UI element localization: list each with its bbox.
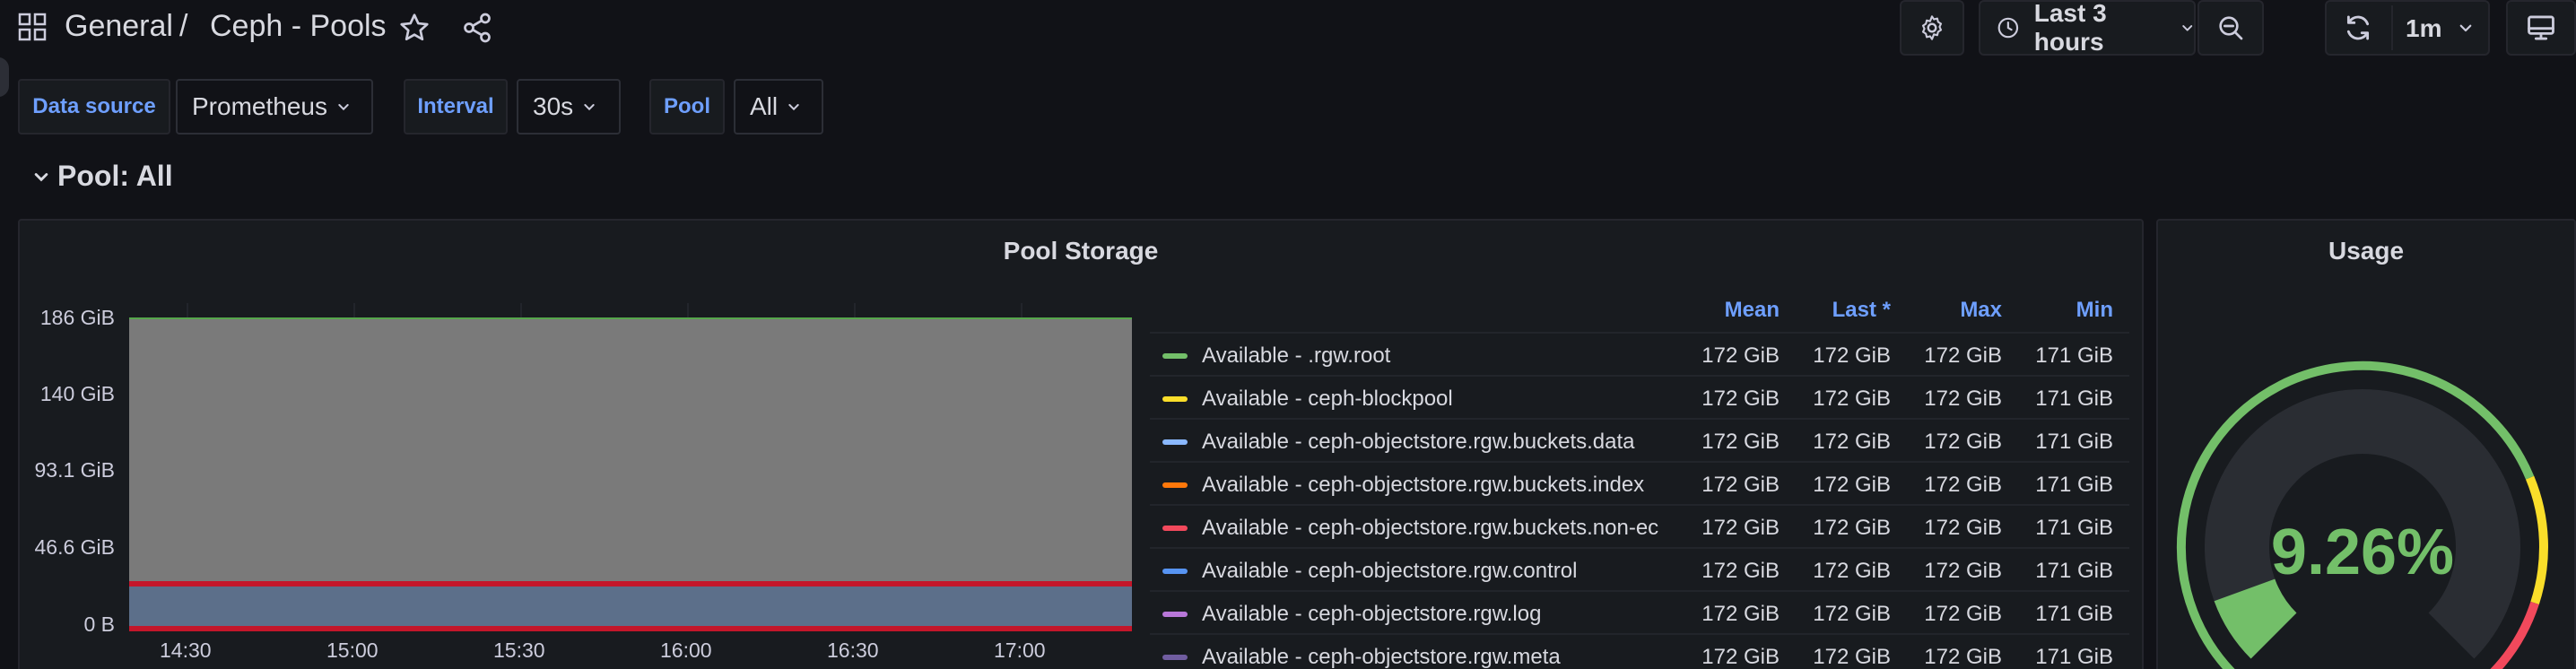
variable-label-pool: Pool <box>649 79 725 135</box>
legend-value-min: 171 GiB <box>2035 602 2113 626</box>
legend-row[interactable]: Available - ceph-objectstore.rgw.buckets… <box>1150 418 2129 461</box>
top-bar: General / Ceph - Pools Last 3 hours 1m <box>0 0 2576 57</box>
refresh-divider <box>2391 5 2393 50</box>
refresh-interval-label[interactable]: 1m <box>2406 14 2441 43</box>
chevron-down-icon[interactable] <box>2458 20 2474 36</box>
legend-series-name[interactable]: Available - ceph-objectstore.rgw.buckets… <box>1202 516 1658 541</box>
refresh-picker[interactable]: 1m <box>2325 0 2490 56</box>
legend-row[interactable]: Available - ceph-objectstore.rgw.log 172 … <box>1150 590 2129 633</box>
series-area-used <box>129 583 1132 631</box>
legend-row[interactable]: Available - ceph-objectstore.rgw.control… <box>1150 547 2129 590</box>
legend-color-swatch[interactable] <box>1162 526 1188 531</box>
legend-series-name[interactable]: Available - ceph-objectstore.rgw.log <box>1202 602 1541 627</box>
variable-value-pool: All <box>750 92 779 120</box>
legend-color-swatch[interactable] <box>1162 569 1188 574</box>
breadcrumb-folder[interactable]: General <box>65 9 173 44</box>
gauge-value-arc <box>2214 578 2298 659</box>
y-axis-tick: 140 GiB <box>39 382 115 405</box>
legend-header-min[interactable]: Min <box>1979 298 2113 323</box>
pool-storage-plot[interactable] <box>129 303 1132 631</box>
legend-color-swatch[interactable] <box>1162 439 1188 445</box>
variable-value-interval: 30s <box>533 92 574 120</box>
tv-icon <box>2528 15 2554 40</box>
dashboard-title[interactable]: Ceph - Pools <box>210 9 387 44</box>
variable-label-datasource: Data source <box>18 79 170 135</box>
share-icon[interactable] <box>461 12 493 44</box>
time-range-label: Last 3 hours <box>2033 0 2107 56</box>
legend-color-swatch[interactable] <box>1162 353 1188 359</box>
time-range-picker[interactable]: Last 3 hours <box>1979 0 2196 56</box>
y-axis-tick: 46.6 GiB <box>34 535 116 559</box>
legend-value-min: 171 GiB <box>2035 343 2113 368</box>
apps-icon[interactable] <box>18 13 47 41</box>
x-axis-tick: 16:00 <box>660 639 712 662</box>
legend-row[interactable]: Available - ceph-objectstore.rgw.buckets… <box>1150 504 2129 547</box>
variable-label-interval: Interval <box>404 79 508 135</box>
legend-series-name[interactable]: Available - ceph-objectstore.rgw.meta <box>1202 645 1561 669</box>
variable-select-datasource[interactable]: Prometheus <box>176 79 373 135</box>
gauge-value-text: 9.26% <box>2271 517 2454 588</box>
legend-series-name[interactable]: Available - ceph-blockpool <box>1202 387 1453 412</box>
legend-series-name[interactable]: Available - .rgw.root <box>1202 343 1390 369</box>
row-title: Pool: All <box>57 160 173 192</box>
variable-select-pool[interactable]: All <box>734 79 823 135</box>
series-threshold-line <box>129 580 1132 586</box>
legend-series-name[interactable]: Available - ceph-objectstore.rgw.buckets… <box>1202 430 1635 455</box>
legend-color-swatch[interactable] <box>1162 482 1188 488</box>
legend-value-min: 171 GiB <box>2035 559 2113 583</box>
x-axis-tick: 15:30 <box>493 639 545 662</box>
legend-value-min: 171 GiB <box>2035 387 2113 411</box>
chevron-down-icon <box>584 104 595 111</box>
zoom-out-button[interactable] <box>2197 0 2264 56</box>
zoom-out-icon <box>2219 16 2243 40</box>
legend-series-name[interactable]: Available - ceph-objectstore.rgw.control <box>1202 559 1577 584</box>
chevron-down-icon <box>338 104 349 111</box>
gauge-threshold-yellow <box>2525 475 2548 604</box>
variable-value-datasource: Prometheus <box>192 92 327 120</box>
panel-title[interactable]: Pool Storage <box>20 237 2142 265</box>
legend-row[interactable]: Available - ceph-blockpool 172 GiB 172 GiB… <box>1150 375 2129 418</box>
series-baseline-line <box>129 626 1132 631</box>
y-axis-tick: 0 B <box>83 613 115 636</box>
variable-select-interval[interactable]: 30s <box>517 79 621 135</box>
x-axis-tick: 17:00 <box>994 639 1046 662</box>
legend-value-min: 171 GiB <box>2035 430 2113 454</box>
legend-color-swatch[interactable] <box>1162 655 1188 660</box>
y-axis-tick: 93.1 GiB <box>34 458 116 482</box>
legend-row[interactable]: Available - .rgw.root 172 GiB 172 GiB 172 G… <box>1150 332 2129 375</box>
legend-row[interactable]: Available - ceph-objectstore.rgw.buckets… <box>1150 461 2129 504</box>
legend-value-min: 171 GiB <box>2035 516 2113 540</box>
usage-gauge: 9.26% <box>2176 361 2548 669</box>
legend-row[interactable]: Available - ceph-objectstore.rgw.meta 172… <box>1150 633 2129 669</box>
sidebar-expand-handle[interactable] <box>0 57 9 97</box>
legend-color-swatch[interactable] <box>1162 612 1188 617</box>
chevron-down-icon <box>34 172 48 181</box>
y-axis-tick: 186 GiB <box>39 306 115 329</box>
x-axis-tick: 15:00 <box>326 639 379 662</box>
legend-value-min: 171 GiB <box>2035 473 2113 497</box>
x-axis-tick: 16:30 <box>827 639 879 662</box>
chevron-down-icon <box>2181 25 2192 31</box>
series-top-line <box>129 317 1132 319</box>
x-axis-tick: 14:30 <box>160 639 212 662</box>
legend-value-min: 171 GiB <box>2035 645 2113 669</box>
legend-color-swatch[interactable] <box>1162 396 1188 402</box>
refresh-icon[interactable] <box>2343 13 2373 43</box>
breadcrumb-separator: / <box>179 9 188 43</box>
star-icon[interactable] <box>398 12 431 44</box>
gear-icon <box>1921 15 1943 40</box>
clock-icon <box>1997 17 2019 39</box>
row-header[interactable]: Pool: All <box>32 160 173 193</box>
dashboard-settings-button[interactable] <box>1900 0 1964 56</box>
legend-series-name[interactable]: Available - ceph-objectstore.rgw.buckets… <box>1202 473 1644 498</box>
tv-mode-button[interactable] <box>2506 0 2576 56</box>
chevron-down-icon <box>788 104 799 111</box>
panel-title[interactable]: Usage <box>2158 237 2574 265</box>
